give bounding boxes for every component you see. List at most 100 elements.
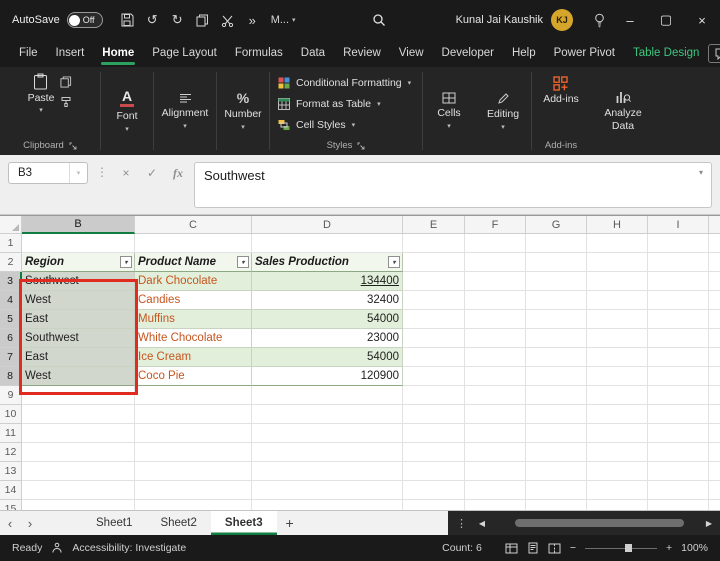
cell-F1[interactable] <box>465 234 526 253</box>
cell-G11[interactable] <box>526 424 587 443</box>
cell-B12[interactable] <box>22 443 135 462</box>
cell-I6[interactable] <box>648 329 709 348</box>
column-header-F[interactable]: F <box>465 216 526 234</box>
cell-D14[interactable] <box>252 481 403 500</box>
cell-E9[interactable] <box>403 386 465 405</box>
cell-B13[interactable] <box>22 462 135 481</box>
cell-D4[interactable]: 32400 <box>252 291 403 310</box>
cell-G8[interactable] <box>526 367 587 386</box>
column-header-E[interactable]: E <box>403 216 465 234</box>
cell-E7[interactable] <box>403 348 465 367</box>
cell-E12[interactable] <box>403 443 465 462</box>
editing-group-button[interactable]: Editing ▾ <box>475 67 531 155</box>
cell-C9[interactable] <box>135 386 252 405</box>
cell-extra-1[interactable] <box>709 234 720 253</box>
undo-icon[interactable]: ↺ <box>140 7 165 33</box>
formula-input[interactable]: Southwest ▾ <box>194 162 712 208</box>
row-header-6[interactable]: 6 <box>0 329 22 348</box>
maximize-button[interactable]: ▢ <box>648 0 684 40</box>
cell-H15[interactable] <box>587 500 648 510</box>
cell-E15[interactable] <box>403 500 465 510</box>
cell-extra-4[interactable] <box>709 291 720 310</box>
cell-H7[interactable] <box>587 348 648 367</box>
cell-H3[interactable] <box>587 272 648 291</box>
column-header-G[interactable]: G <box>526 216 587 234</box>
font-group-button[interactable]: A Font ▾ <box>101 67 153 155</box>
cell-B8[interactable]: West <box>22 367 135 386</box>
cell-G9[interactable] <box>526 386 587 405</box>
zoom-slider-thumb[interactable] <box>625 544 632 552</box>
sheet-tab-sheet1[interactable]: Sheet1 <box>82 511 146 535</box>
cell-H9[interactable] <box>587 386 648 405</box>
cell-E13[interactable] <box>403 462 465 481</box>
cell-I8[interactable] <box>648 367 709 386</box>
cell-B4[interactable]: West <box>22 291 135 310</box>
filter-dropdown-icon[interactable]: ▾ <box>237 256 249 268</box>
cell-F4[interactable] <box>465 291 526 310</box>
row-header-1[interactable]: 1 <box>0 234 22 253</box>
cell-G14[interactable] <box>526 481 587 500</box>
scroll-right-icon[interactable]: ▶ <box>702 519 716 528</box>
cell-H13[interactable] <box>587 462 648 481</box>
comments-button[interactable] <box>708 44 720 63</box>
cell-D9[interactable] <box>252 386 403 405</box>
conditional-formatting-button[interactable]: Conditional Formatting ▾ <box>278 74 411 92</box>
analyze-data-button[interactable]: Analyze Data <box>590 67 656 155</box>
cell-extra-10[interactable] <box>709 405 720 424</box>
cell-F7[interactable] <box>465 348 526 367</box>
enter-entry-icon[interactable]: ✓ <box>142 162 162 184</box>
cell-I11[interactable] <box>648 424 709 443</box>
cell-D15[interactable] <box>252 500 403 510</box>
cell-extra-15[interactable] <box>709 500 720 510</box>
cell-G7[interactable] <box>526 348 587 367</box>
filter-dropdown-icon[interactable]: ▾ <box>120 256 132 268</box>
ribbon-tab-view[interactable]: View <box>390 41 433 66</box>
format-painter-icon[interactable] <box>60 96 72 108</box>
row-header-7[interactable]: 7 <box>0 348 22 367</box>
cell-B14[interactable] <box>22 481 135 500</box>
new-sheet-button[interactable]: + <box>277 511 303 535</box>
cell-B2[interactable]: Region▾ <box>22 253 135 272</box>
row-header-8[interactable]: 8 <box>0 367 22 386</box>
cell-C6[interactable]: White Chocolate <box>135 329 252 348</box>
cell-I9[interactable] <box>648 386 709 405</box>
cell-E2[interactable] <box>403 253 465 272</box>
row-header-2[interactable]: 2 <box>0 253 22 272</box>
cell-extra-14[interactable] <box>709 481 720 500</box>
cell-I7[interactable] <box>648 348 709 367</box>
cell-H1[interactable] <box>587 234 648 253</box>
cell-I15[interactable] <box>648 500 709 510</box>
cell-B5[interactable]: East <box>22 310 135 329</box>
cell-extra-12[interactable] <box>709 443 720 462</box>
sheet-tab-sheet2[interactable]: Sheet2 <box>146 511 210 535</box>
name-box[interactable]: B3 ▾ <box>8 162 88 184</box>
scrollbar-track[interactable] <box>493 517 698 529</box>
zoom-level[interactable]: 100% <box>681 542 708 554</box>
zoom-in-button[interactable]: + <box>666 542 672 554</box>
customize-toolbar-dropdown[interactable]: M... ▾ <box>265 14 302 26</box>
cancel-entry-icon[interactable]: × <box>116 162 136 184</box>
cell-F5[interactable] <box>465 310 526 329</box>
cell-C8[interactable]: Coco Pie <box>135 367 252 386</box>
ribbon-tab-data[interactable]: Data <box>292 41 334 66</box>
user-name[interactable]: Kunal Jai Kaushik <box>456 14 543 26</box>
cell-G1[interactable] <box>526 234 587 253</box>
zoom-slider[interactable] <box>585 542 657 554</box>
cell-C4[interactable]: Candies <box>135 291 252 310</box>
column-header-H[interactable]: H <box>587 216 648 234</box>
cell-C3[interactable]: Dark Chocolate <box>135 272 252 291</box>
ribbon-tab-home[interactable]: Home <box>93 41 143 66</box>
cell-F6[interactable] <box>465 329 526 348</box>
ribbon-tab-formulas[interactable]: Formulas <box>226 41 292 66</box>
cell-F10[interactable] <box>465 405 526 424</box>
sheet-nav-left-icon[interactable]: ‹ <box>0 511 20 535</box>
cell-extra-5[interactable] <box>709 310 720 329</box>
cell-B9[interactable] <box>22 386 135 405</box>
redo-icon[interactable]: ↻ <box>165 7 190 33</box>
cell-H11[interactable] <box>587 424 648 443</box>
copy-small-icon[interactable] <box>60 76 72 88</box>
autosave-toggle[interactable]: Off <box>67 12 103 28</box>
cell-H8[interactable] <box>587 367 648 386</box>
cell-B11[interactable] <box>22 424 135 443</box>
cell-F15[interactable] <box>465 500 526 510</box>
